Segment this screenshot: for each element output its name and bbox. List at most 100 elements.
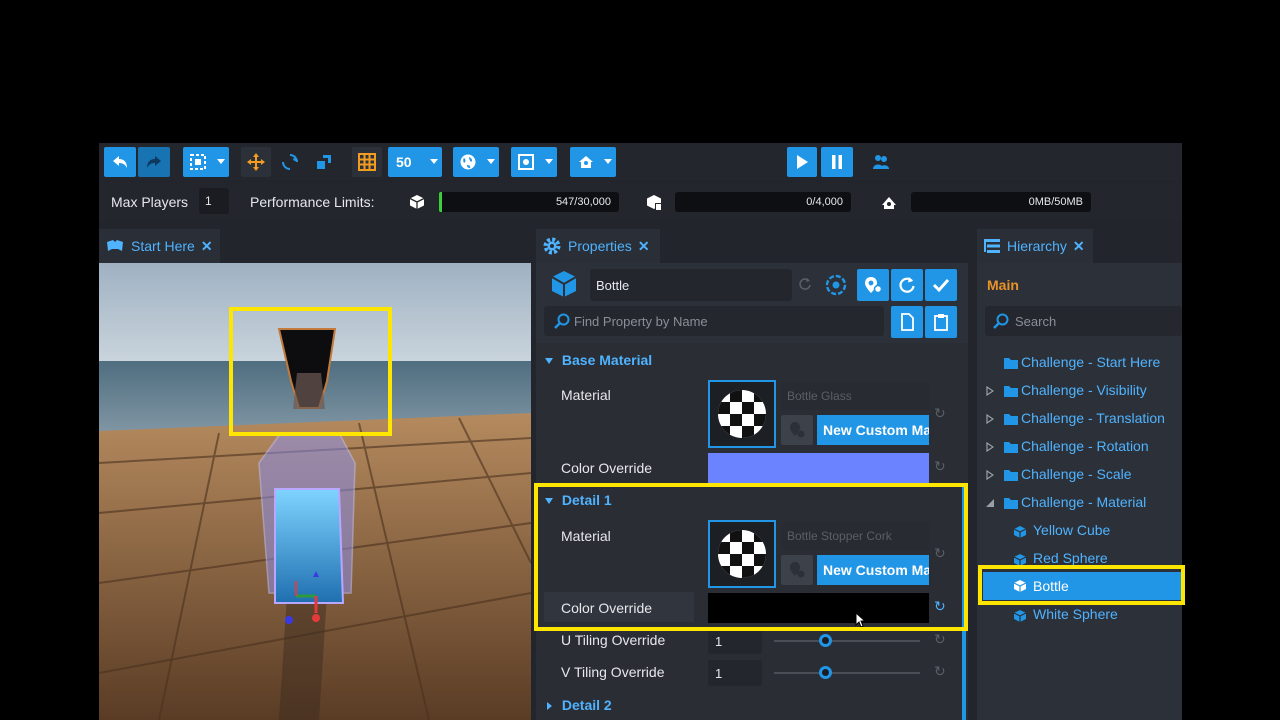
players-icon <box>579 156 593 168</box>
v-tiling-slider-handle[interactable] <box>819 666 832 679</box>
checker-sphere-icon <box>718 390 766 438</box>
clipboard-icon <box>934 314 948 331</box>
u-tiling-slider-track[interactable] <box>774 640 920 642</box>
main-toolbar: 50 <box>99 143 1182 180</box>
detail2-section[interactable]: Detail 2 <box>544 697 612 713</box>
max-players-value: 1 <box>205 194 212 208</box>
map-pin-icon <box>865 277 883 294</box>
grid-size-dropdown[interactable]: 50 <box>388 147 442 177</box>
hierarchy-item-label: Challenge - Visibility <box>1021 382 1147 398</box>
hierarchy-folder-row[interactable]: Challenge - Visibility <box>977 382 1182 404</box>
apply-button[interactable] <box>925 269 957 301</box>
reset-name-icon[interactable] <box>798 277 812 291</box>
hierarchy-folder-row[interactable]: Challenge - Rotation <box>977 438 1182 460</box>
hierarchy-item-label: Challenge - Scale <box>1021 466 1132 482</box>
close-icon[interactable]: ✕ <box>638 238 650 255</box>
expand-arrow-icon[interactable] <box>986 470 994 480</box>
folder-icon <box>1004 470 1018 481</box>
revert-button[interactable] <box>891 269 923 301</box>
expand-arrow-icon[interactable] <box>986 386 994 396</box>
base-material-reset-icon[interactable]: ↻ <box>934 405 946 422</box>
u-tiling-value: 1 <box>715 634 723 649</box>
tab-hierarchy[interactable]: Hierarchy ✕ <box>977 229 1093 263</box>
object-name-field[interactable]: Bottle <box>590 269 792 301</box>
hierarchy-search-input[interactable]: Search <box>985 306 1182 336</box>
memory-limit-text: 0MB/50MB <box>1028 196 1083 208</box>
find-property-placeholder: Find Property by Name <box>574 314 708 329</box>
detail2-title: Detail 2 <box>561 697 612 713</box>
hierarchy-folder-row[interactable]: Challenge - Material <box>977 494 1182 516</box>
hierarchy-folder-row[interactable]: Challenge - Start Here <box>977 354 1182 376</box>
pause-button[interactable] <box>821 147 853 177</box>
base-material-name[interactable]: Bottle Glass <box>781 382 929 410</box>
copy-properties-button[interactable] <box>891 306 923 338</box>
v-tiling-input[interactable]: 1 <box>708 660 762 686</box>
selection-mode-dropdown[interactable] <box>183 147 229 177</box>
folder-icon <box>1004 442 1018 453</box>
v-tiling-value: 1 <box>715 666 723 681</box>
u-tiling-slider-handle[interactable] <box>819 634 832 647</box>
scale-tool-button[interactable] <box>309 147 339 177</box>
max-players-field[interactable]: 1 <box>199 188 229 214</box>
hierarchy-root-label[interactable]: Main <box>987 277 1019 293</box>
collapse-arrow-icon[interactable] <box>985 498 995 508</box>
hierarchy-object-row[interactable]: White Sphere <box>977 606 1182 628</box>
u-tiling-input[interactable]: 1 <box>708 628 762 654</box>
redo-button[interactable] <box>138 147 170 177</box>
expand-arrow-icon[interactable] <box>986 442 994 452</box>
v-tiling-slider-track[interactable] <box>774 672 920 674</box>
memory-limit-bar: 0MB/50MB <box>911 192 1091 212</box>
static-mesh-icon <box>1013 526 1027 538</box>
tab-start-here[interactable]: Start Here ✕ <box>99 229 220 263</box>
close-icon[interactable]: ✕ <box>201 238 213 255</box>
base-color-reset-icon[interactable]: ↻ <box>934 458 946 475</box>
cube-icon <box>409 195 425 209</box>
expand-arrow-icon[interactable] <box>986 414 994 424</box>
network-settings-icon[interactable] <box>824 273 848 297</box>
base-color-override-swatch[interactable] <box>708 453 929 483</box>
base-material-thumbnail[interactable] <box>708 380 776 448</box>
tab-start-here-label: Start Here <box>131 238 195 254</box>
objects-limit-fill <box>439 192 442 212</box>
tab-properties[interactable]: Properties ✕ <box>536 229 660 263</box>
base-material-picker-button[interactable] <box>781 415 813 445</box>
base-new-custom-material-button[interactable]: New Custom Ma <box>817 415 929 445</box>
preview-mode-dropdown[interactable] <box>570 147 616 177</box>
base-color-override-label: Color Override <box>561 460 653 476</box>
u-tiling-reset-icon[interactable]: ↻ <box>934 631 946 648</box>
paste-properties-button[interactable] <box>925 306 957 338</box>
folder-icon <box>1004 498 1018 509</box>
hierarchy-folder-row[interactable]: Challenge - Scale <box>977 466 1182 488</box>
hierarchy-icon <box>984 239 1000 253</box>
pin-location-button[interactable] <box>857 269 889 301</box>
move-tool-button[interactable] <box>241 147 271 177</box>
grid-size-value: 50 <box>396 154 412 170</box>
static-mesh-icon <box>1013 610 1027 622</box>
v-tiling-reset-icon[interactable]: ↻ <box>934 663 946 680</box>
tab-properties-label: Properties <box>568 238 632 254</box>
networked-objects-icon <box>647 195 662 211</box>
gear-icon <box>543 237 561 255</box>
u-tiling-label: U Tiling Override <box>561 632 666 648</box>
folder-icon <box>1004 414 1018 425</box>
chevron-down-icon <box>217 159 225 164</box>
multiplayer-preview-button[interactable] <box>866 147 896 177</box>
world-space-dropdown[interactable] <box>453 147 499 177</box>
hierarchy-folder-row[interactable]: Challenge - Translation <box>977 410 1182 432</box>
hierarchy-item-label: Yellow Cube <box>1033 522 1111 538</box>
undo-button[interactable] <box>104 147 136 177</box>
scale-icon <box>317 155 331 169</box>
base-material-section[interactable]: Base Material <box>544 352 652 368</box>
v-tiling-label: V Tiling Override <box>561 664 665 680</box>
rotate-tool-button[interactable] <box>275 147 305 177</box>
play-button[interactable] <box>787 147 817 177</box>
camera-view-dropdown[interactable] <box>511 147 557 177</box>
find-property-input[interactable]: Find Property by Name <box>544 306 884 336</box>
close-icon[interactable]: ✕ <box>1073 238 1085 255</box>
static-mesh-icon <box>551 271 577 297</box>
detail1-highlight-box <box>534 483 968 631</box>
hierarchy-object-row[interactable]: Yellow Cube <box>977 522 1182 544</box>
chevron-down-icon <box>487 159 495 164</box>
chevron-down-icon <box>430 159 438 164</box>
grid-snap-toggle[interactable] <box>352 147 382 177</box>
